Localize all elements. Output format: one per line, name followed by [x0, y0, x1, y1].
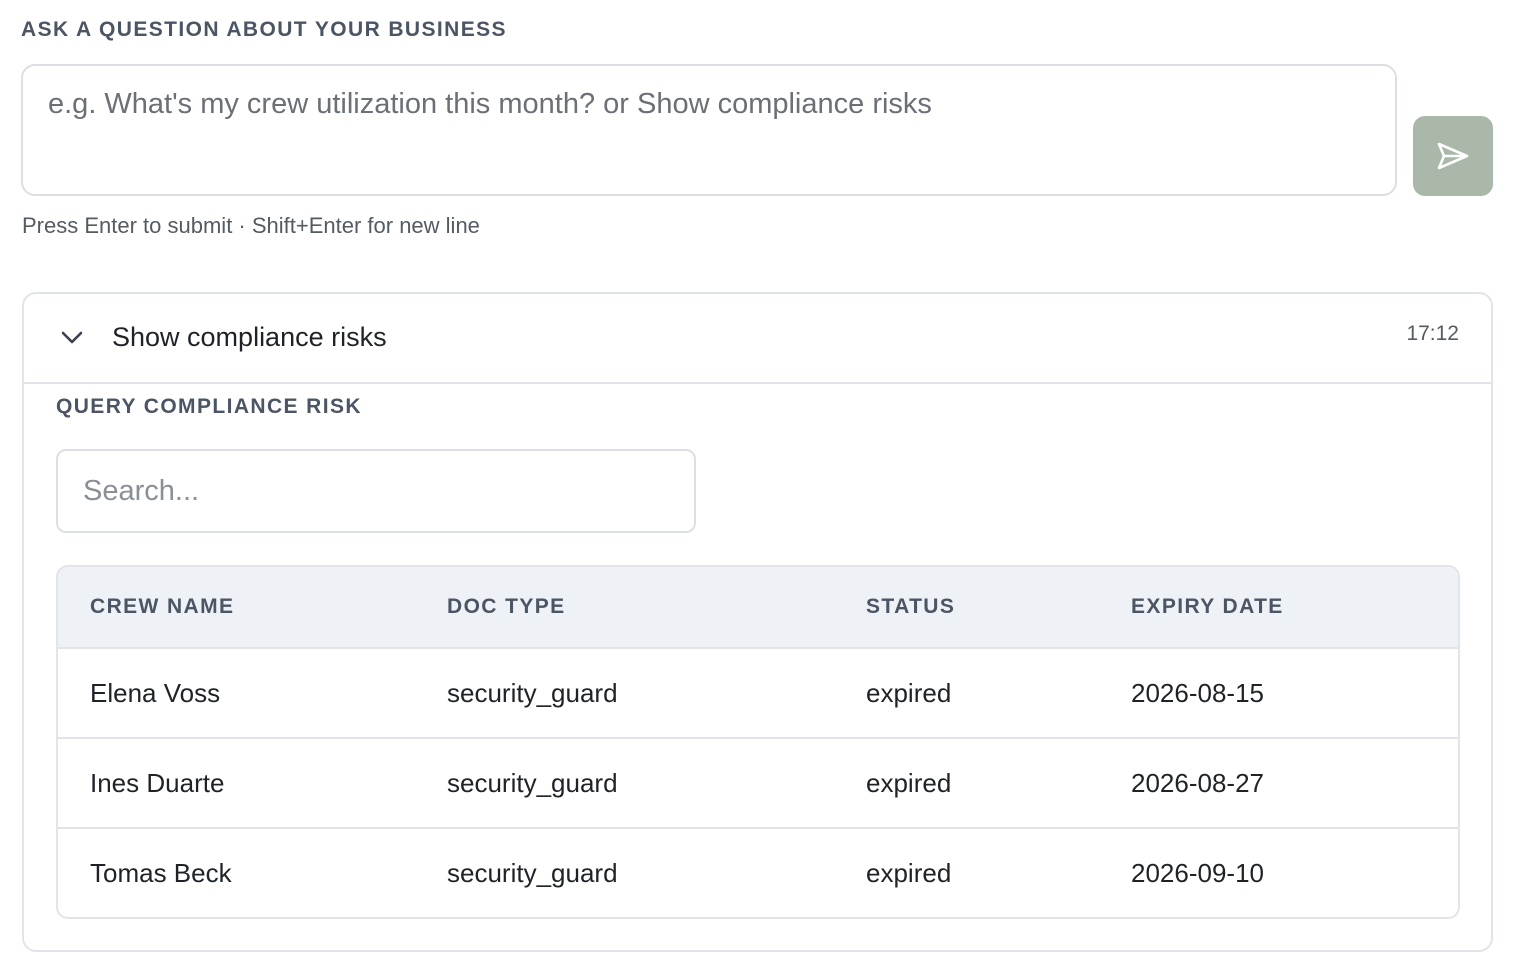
ask-question-label: ASK A QUESTION ABOUT YOUR BUSINESS [21, 18, 507, 41]
cell-doc-type: security_guard [415, 737, 834, 828]
result-title: Show compliance risks [112, 322, 387, 352]
table-row[interactable]: Elena Voss security_guard expired 2026-0… [58, 648, 1458, 738]
query-section-label: QUERY COMPLIANCE RISK [56, 395, 362, 418]
result-card-header[interactable]: Show compliance risks 17:12 [24, 294, 1491, 384]
cell-crew-name: Elena Voss [90, 677, 221, 708]
send-icon [1437, 142, 1469, 170]
table-header-row: CREW NAME DOC TYPE STATUS EXPIRY DATE [58, 567, 1458, 649]
column-header-crew-name[interactable]: CREW NAME [58, 567, 415, 649]
column-header-status[interactable]: STATUS [834, 567, 1099, 649]
table-row[interactable]: Tomas Beck security_guard expired 2026-0… [58, 827, 1458, 917]
compliance-table: CREW NAME DOC TYPE STATUS EXPIRY DATE El… [56, 565, 1460, 919]
cell-crew-name: Ines Duarte [58, 737, 415, 828]
submit-hint: Press Enter to submit · Shift+Enter for … [22, 213, 480, 238]
cell-expiry-date: 2026-09-10 [1099, 827, 1458, 917]
result-card: Show compliance risks 17:12 QUERY COMPLI… [22, 292, 1493, 952]
result-timestamp: 17:12 [1406, 322, 1459, 345]
search-input[interactable] [56, 449, 696, 533]
send-button[interactable] [1413, 116, 1493, 196]
column-header-doc-type[interactable]: DOC TYPE [415, 567, 834, 649]
cell-doc-type: security_guard [447, 677, 618, 708]
chevron-down-icon[interactable] [58, 324, 86, 352]
cell-status: expired [834, 827, 1099, 917]
cell-status: expired [866, 677, 952, 708]
cell-status: expired [834, 737, 1099, 828]
cell-doc-type: security_guard [415, 827, 834, 917]
cell-crew-name: Tomas Beck [58, 827, 415, 917]
cell-expiry-date: 2026-08-15 [1131, 677, 1264, 708]
table-row[interactable]: Ines Duarte security_guard expired 2026-… [58, 737, 1458, 828]
question-input[interactable] [21, 64, 1397, 196]
cell-expiry-date: 2026-08-27 [1099, 737, 1458, 828]
column-header-expiry-date[interactable]: EXPIRY DATE [1099, 567, 1458, 649]
